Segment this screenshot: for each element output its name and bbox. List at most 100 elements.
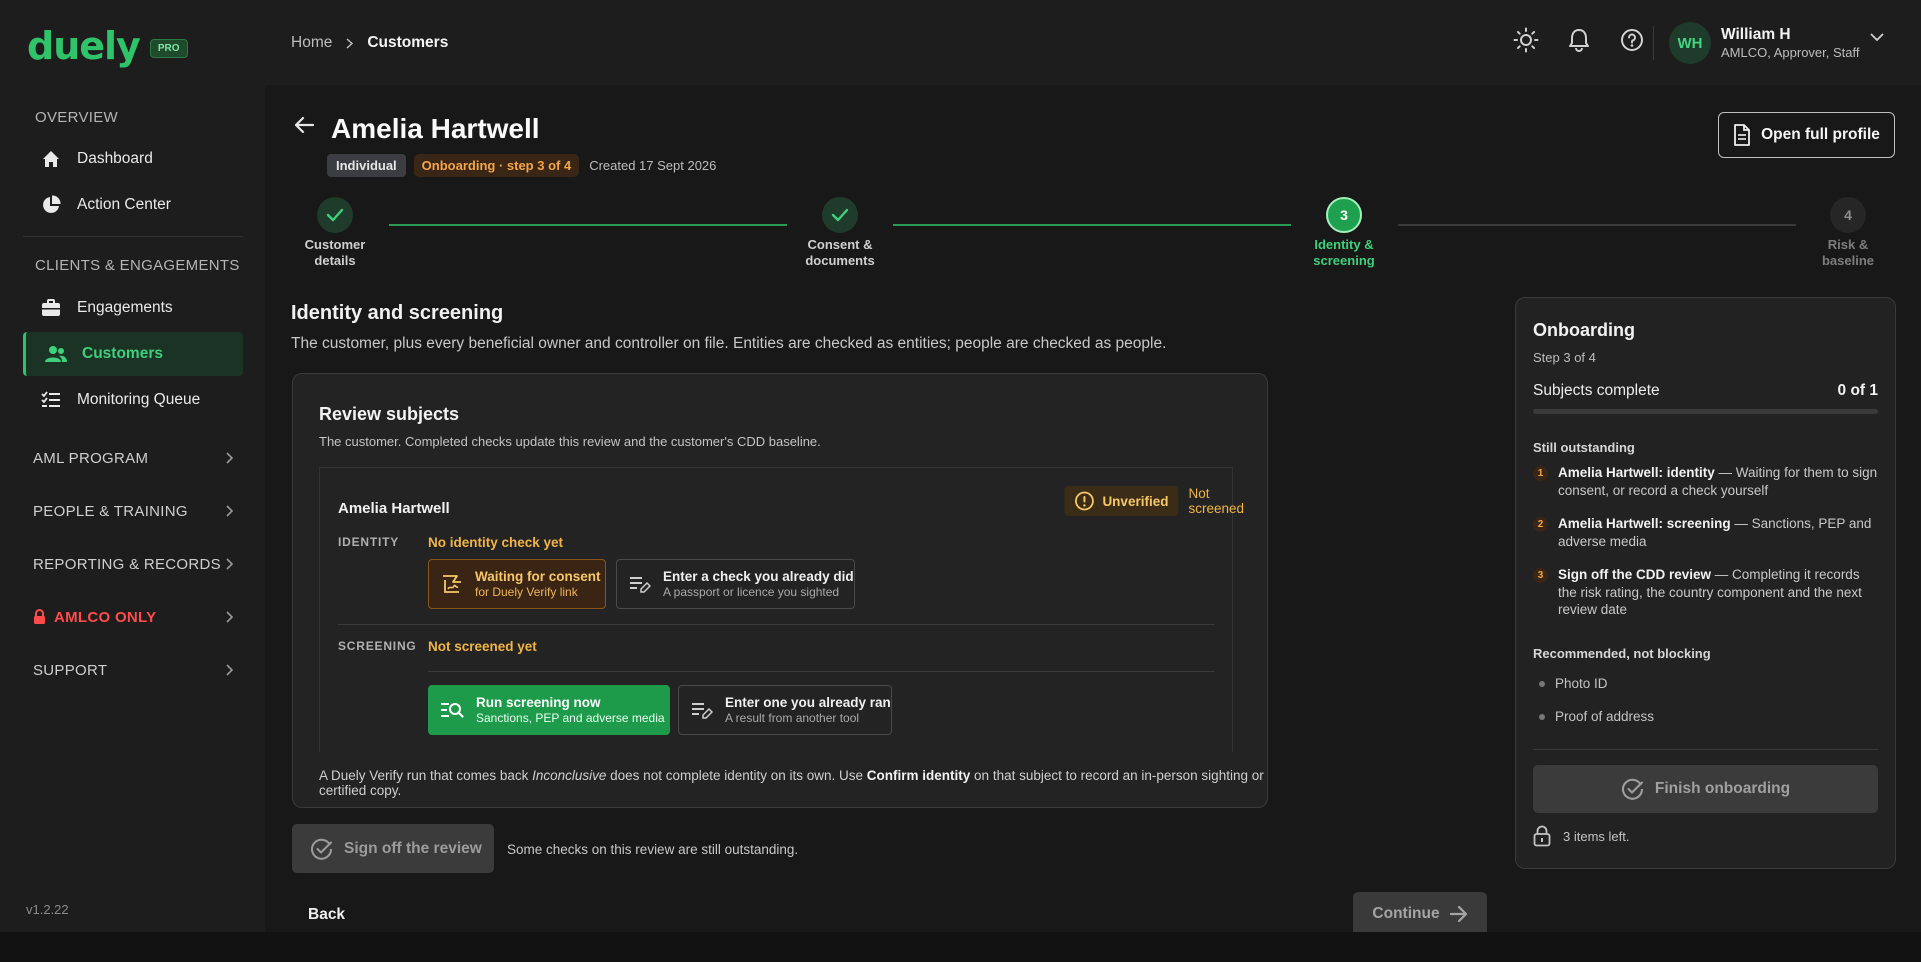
enter-existing-check-button[interactable]: Enter a check you already did A passport…: [616, 559, 855, 609]
section-subtitle: The customer, plus every beneficial owne…: [291, 335, 1167, 352]
waiting-subtitle: for Duely Verify link: [475, 585, 578, 599]
back-arrow-icon[interactable]: [293, 115, 315, 135]
logo-text: duely: [27, 24, 141, 68]
step-identity-screening[interactable]: 3 Identity & screening: [1304, 197, 1384, 269]
step-risk-baseline: 4 Risk & baseline: [1808, 197, 1888, 269]
subject-status-badges: Unverified Not screened: [1064, 486, 1244, 516]
breadcrumb-current: Customers: [367, 34, 449, 51]
check-icon: [822, 197, 858, 233]
back-button[interactable]: Back: [308, 906, 345, 924]
identity-status: No identity check yet: [428, 535, 564, 550]
page-title: Amelia Hartwell: [331, 113, 540, 144]
stepper-line-1: [389, 224, 787, 226]
theme-toggle-button[interactable]: [1512, 26, 1540, 54]
nav-group-amlco-only[interactable]: AMLCO ONLY: [23, 597, 243, 637]
chevron-right-icon: [225, 452, 233, 464]
topbar-divider: [1653, 26, 1654, 60]
identity-label: IDENTITY: [338, 535, 400, 549]
waiting-for-consent-button[interactable]: Waiting for consent for Duely Verify lin…: [428, 559, 606, 609]
open-full-profile-label: Open full profile: [1761, 126, 1880, 143]
outstanding-text: Amelia Hartwell: screening — Sanctions, …: [1558, 516, 1872, 549]
nav-group-people-training[interactable]: PEOPLE & TRAINING: [23, 491, 243, 531]
help-button[interactable]: [1618, 26, 1646, 54]
chevron-right-icon: [225, 611, 233, 623]
recommended-label: Recommended, not blocking: [1533, 646, 1711, 661]
enter-check-title: Enter a check you already did: [663, 569, 854, 584]
sidebar-item-dashboard[interactable]: Dashboard: [23, 137, 243, 181]
chevron-right-icon: [225, 558, 233, 570]
continue-label: Continue: [1372, 905, 1440, 922]
avatar[interactable]: WH: [1669, 22, 1711, 64]
screening-label: SCREENING: [338, 639, 417, 653]
review-card-subtitle: The customer. Completed checks update th…: [319, 434, 821, 449]
nav-group-support[interactable]: SUPPORT: [23, 650, 243, 690]
chevron-right-icon: [225, 664, 233, 676]
sidebar-item-action-center[interactable]: Action Center: [23, 183, 243, 227]
screening-status: Not screened yet: [428, 639, 537, 654]
step-label: Risk & baseline: [1821, 237, 1875, 268]
sidebar-item-monitoring-queue[interactable]: Monitoring Queue: [23, 378, 243, 422]
stepper-line-3: [1398, 224, 1796, 226]
step-consent-documents[interactable]: Consent & documents: [800, 197, 880, 269]
enter-screening-text: Enter one you already ran A result from …: [725, 694, 891, 726]
recommended-item: Proof of address: [1539, 709, 1654, 724]
continue-button[interactable]: Continue: [1353, 892, 1487, 936]
run-screening-subtitle: Sanctions, PEP and adverse media: [476, 711, 665, 725]
sign-off-review-button[interactable]: Sign off the review: [292, 824, 494, 873]
sidebar-item-label: Dashboard: [77, 150, 153, 167]
briefcase-icon: [40, 297, 62, 319]
enter-existing-screening-button[interactable]: Enter one you already ran A result from …: [678, 685, 892, 735]
nav-group-reporting-records[interactable]: REPORTING & RECORDS: [23, 544, 243, 584]
chevron-down-icon[interactable]: [1870, 33, 1884, 42]
unverified-label: Unverified: [1102, 493, 1169, 509]
unverified-badge: Unverified: [1064, 486, 1179, 516]
alert-circle-icon: [1074, 491, 1094, 511]
panel-title: Onboarding: [1533, 320, 1635, 340]
help-circle-icon: [1620, 28, 1644, 52]
pie-chart-icon: [40, 194, 62, 216]
subjects-complete-value: 0 of 1: [1837, 382, 1878, 399]
divider: [428, 671, 1215, 672]
section-title: Identity and screening: [291, 302, 504, 324]
outstanding-item: 2 Amelia Hartwell: screening — Sanctions…: [1533, 515, 1878, 550]
user-role: AMLCO, Approver, Staff: [1721, 45, 1860, 60]
items-left-text: 3 items left.: [1563, 828, 1630, 844]
run-screening-button[interactable]: Run screening now Sanctions, PEP and adv…: [428, 685, 670, 735]
nav-group-label: PEOPLE & TRAINING: [33, 502, 188, 520]
notifications-button[interactable]: [1565, 26, 1593, 54]
user-name[interactable]: William H: [1721, 26, 1791, 44]
enter-check-subtitle: A passport or licence you sighted: [663, 585, 840, 599]
open-full-profile-button[interactable]: Open full profile: [1718, 112, 1895, 158]
nav-group-label: SUPPORT: [33, 661, 108, 679]
sidebar-item-customers[interactable]: Customers: [23, 332, 243, 376]
sidebar: duely PRO OVERVIEW Dashboard Action Cent…: [0, 0, 265, 932]
nav-group-label: REPORTING & RECORDS: [33, 555, 221, 573]
logo[interactable]: duely PRO: [27, 24, 188, 68]
divider: [1533, 749, 1878, 750]
verify-note: A Duely Verify run that comes back Incon…: [319, 768, 1264, 798]
sign-off-note: Some checks on this review are still out…: [507, 842, 799, 857]
main-content: Amelia Hartwell Individual Onboarding · …: [265, 85, 1921, 936]
outstanding-item: 3 Sign off the CDD review — Completing i…: [1533, 566, 1878, 619]
breadcrumb: Home Customers: [291, 34, 448, 52]
recommended-text: Photo ID: [1555, 676, 1608, 691]
nav-group-label: AML PROGRAM: [33, 449, 149, 467]
breadcrumb-home[interactable]: Home: [291, 34, 332, 52]
onboarding-panel: Onboarding Step 3 of 4 Subjects complete…: [1515, 297, 1896, 869]
overview-label: OVERVIEW: [35, 109, 118, 126]
document-icon: [1733, 124, 1751, 146]
step-customer-details[interactable]: Customer details: [295, 197, 375, 269]
list-edit-icon: [691, 700, 713, 720]
finish-label: Finish onboarding: [1654, 780, 1791, 797]
sidebar-item-label: Action Center: [77, 196, 171, 213]
nav-divider: [23, 236, 243, 237]
nav-group-aml-program[interactable]: AML PROGRAM: [23, 438, 243, 478]
check-circle-icon: [310, 837, 334, 861]
run-screening-title: Run screening now: [476, 695, 601, 710]
signature-icon: [441, 574, 463, 594]
enter-check-text: Enter a check you already did A passport…: [663, 568, 854, 600]
sidebar-item-engagements[interactable]: Engagements: [23, 286, 243, 330]
step-label: Identity & screening: [1313, 237, 1375, 268]
lock-icon: [1533, 825, 1551, 847]
finish-onboarding-button[interactable]: Finish onboarding: [1533, 765, 1878, 813]
